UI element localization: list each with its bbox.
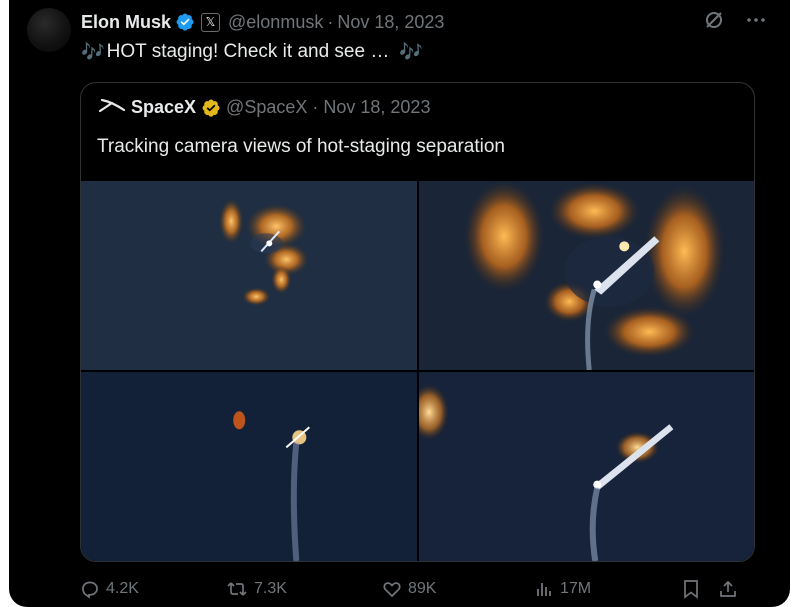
music-note-emoji: 🎶 bbox=[81, 42, 105, 63]
quote-text: Tracking camera views of hot-staging sep… bbox=[97, 136, 505, 157]
tweet-actions: 4.2K 7.3K 89K 17M bbox=[80, 576, 770, 602]
views-button[interactable]: 17M bbox=[534, 579, 682, 599]
media-grid bbox=[81, 181, 754, 561]
author-name[interactable]: Elon Musk bbox=[81, 12, 171, 33]
like-button[interactable]: 89K bbox=[382, 579, 534, 599]
bookmark-button[interactable] bbox=[682, 579, 718, 599]
share-icon bbox=[720, 580, 736, 597]
quote-author-handle[interactable]: @SpaceX bbox=[226, 97, 307, 118]
quote-header: SpaceX @SpaceX · Nov 18, 2023 bbox=[98, 97, 430, 118]
separator-dot: · bbox=[312, 97, 319, 117]
music-note-emoji: 🎶 bbox=[399, 42, 424, 63]
like-count: 89K bbox=[408, 580, 437, 597]
views-count: 17M bbox=[560, 580, 592, 597]
avatar[interactable] bbox=[27, 8, 71, 52]
media-image-3[interactable] bbox=[81, 372, 417, 561]
bookmark-icon bbox=[684, 580, 698, 599]
tweet-header: Elon Musk 𝕏 @elonmusk · Nov 18, 2023 bbox=[81, 10, 444, 34]
media-image-4[interactable] bbox=[418, 372, 754, 561]
x-affiliation-badge: 𝕏 bbox=[201, 12, 221, 32]
author-handle[interactable]: @elonmusk bbox=[228, 12, 323, 33]
spacex-logo-icon bbox=[98, 97, 126, 118]
quote-author-name[interactable]: SpaceX bbox=[131, 97, 196, 118]
quote-date[interactable]: Nov 18, 2023 bbox=[323, 97, 430, 118]
media-image-2[interactable] bbox=[418, 181, 754, 370]
share-button[interactable] bbox=[718, 579, 738, 599]
separator-dot: · bbox=[327, 11, 334, 32]
repost-count: 7.3K bbox=[254, 580, 287, 597]
tweet-body: HOT staging! Check it and see … bbox=[106, 41, 390, 62]
tweet-date[interactable]: Nov 18, 2023 bbox=[337, 12, 444, 33]
like-icon bbox=[383, 582, 401, 598]
reply-icon bbox=[82, 581, 98, 599]
verified-gold-icon bbox=[201, 98, 221, 118]
quoted-tweet[interactable]: SpaceX @SpaceX · Nov 18, 2023 Tracking c… bbox=[80, 82, 755, 562]
repost-button[interactable]: 7.3K bbox=[226, 579, 382, 599]
more-icon[interactable] bbox=[746, 10, 766, 30]
reply-button[interactable]: 4.2K bbox=[80, 579, 226, 599]
media-image-1[interactable] bbox=[81, 181, 417, 370]
tweet-card[interactable]: Elon Musk 𝕏 @elonmusk · Nov 18, 2023 🎶 H… bbox=[9, 0, 790, 607]
grok-icon[interactable] bbox=[704, 10, 724, 30]
reply-count: 4.2K bbox=[106, 580, 139, 597]
verified-blue-icon bbox=[175, 12, 195, 32]
tweet-text: 🎶 HOT staging! Check it and see … 🎶 bbox=[81, 40, 423, 64]
views-icon bbox=[537, 583, 551, 596]
tweet-top-actions bbox=[704, 10, 766, 30]
repost-icon bbox=[227, 582, 247, 596]
